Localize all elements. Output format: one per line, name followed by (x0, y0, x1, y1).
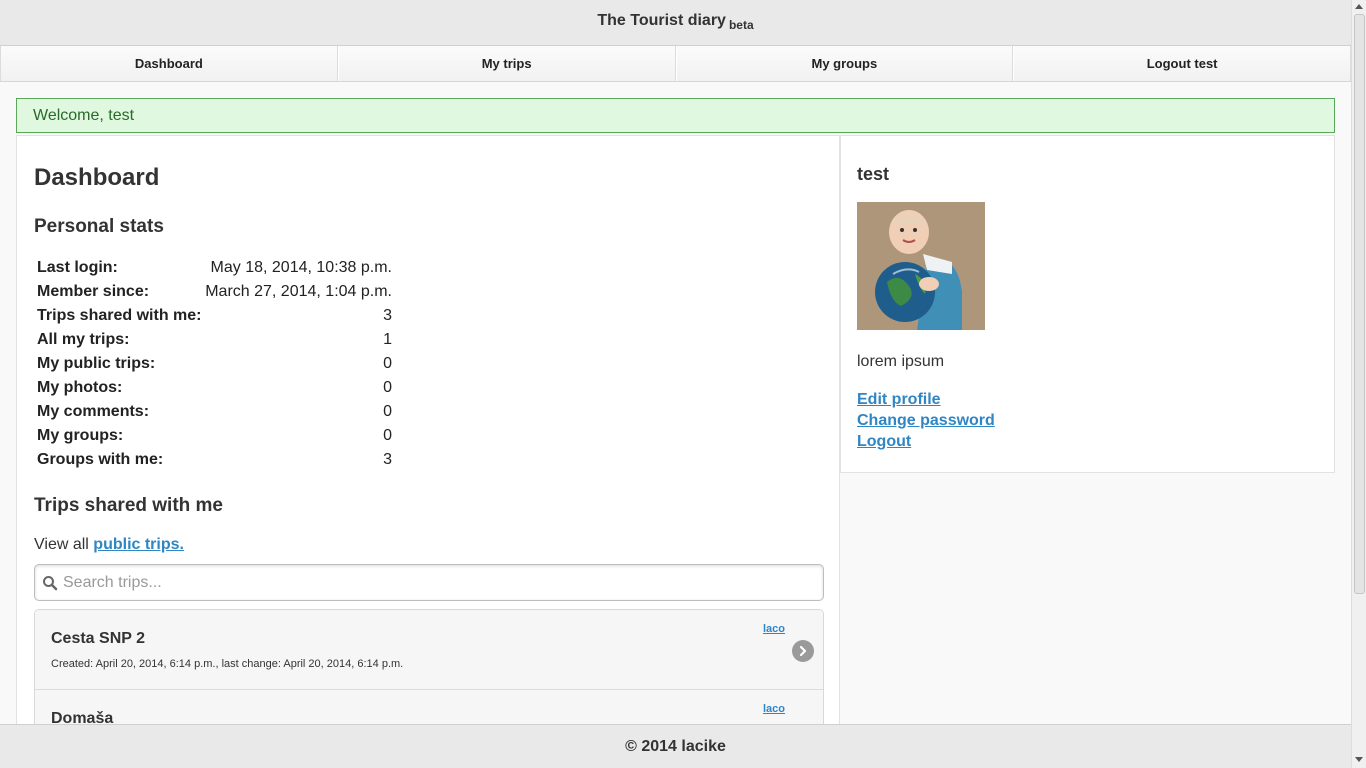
edit-profile-link[interactable]: Edit profile (857, 389, 995, 410)
stat-label: My groups: (37, 427, 124, 444)
search-input[interactable] (63, 571, 813, 595)
stat-label: My public trips: (37, 355, 156, 372)
stat-row-photos: My photos: 0 (37, 379, 392, 403)
stat-row-comments: My comments: 0 (37, 403, 392, 427)
site-header: The Tourist diary beta (0, 0, 1351, 46)
trips-heading: Trips shared with me (34, 495, 223, 516)
avatar-image (857, 202, 985, 330)
chevron-right-icon[interactable] (792, 640, 814, 662)
trip-owner-link[interactable]: laco (763, 623, 785, 635)
stat-row-public-trips: My public trips: 0 (37, 355, 392, 379)
stat-label: Trips shared with me: (37, 307, 202, 324)
main-navigation: Dashboard My trips My groups Logout test (0, 46, 1351, 82)
stat-value: 0 (383, 403, 392, 420)
stat-value: 3 (383, 307, 392, 324)
search-icon (43, 576, 58, 591)
search-box (34, 564, 824, 601)
stat-label: Member since: (37, 283, 150, 300)
view-all-prefix: View all (34, 536, 89, 553)
stat-label: My photos: (37, 379, 123, 396)
stats-table: Last login: May 18, 2014, 10:38 p.m. Memb… (37, 259, 392, 475)
profile-bio: lorem ipsum (857, 353, 945, 370)
stat-value: 1 (383, 331, 392, 348)
stat-value: May 18, 2014, 10:38 p.m. (210, 259, 392, 276)
nav-my-trips[interactable]: My trips (337, 46, 676, 81)
site-footer: © 2014 lacike (0, 724, 1351, 768)
page-scrollbar[interactable] (1351, 0, 1366, 768)
welcome-message: Welcome, test (16, 98, 1335, 133)
scroll-up-icon[interactable] (1355, 4, 1363, 9)
stat-row-last-login: Last login: May 18, 2014, 10:38 p.m. (37, 259, 392, 283)
trip-list: Cesta SNP 2 Created: April 20, 2014, 6:1… (34, 609, 824, 734)
stat-row-groups: My groups: 0 (37, 427, 392, 451)
profile-links: Edit profile Change password Logout (857, 389, 995, 452)
stat-label: Last login: (37, 259, 118, 276)
stat-value: 3 (383, 451, 392, 468)
dashboard-panel: Dashboard Personal stats Last login: May … (16, 135, 840, 735)
profile-username: test (857, 164, 890, 184)
stat-value: 0 (383, 427, 392, 444)
beta-badge: beta (728, 18, 754, 32)
stat-value: 0 (383, 355, 392, 372)
view-all-line: View all public trips. (34, 536, 184, 554)
stat-label: My comments: (37, 403, 150, 420)
site-title-text: The Tourist diary (597, 12, 726, 29)
avatar (857, 202, 985, 330)
nav-dashboard[interactable]: Dashboard (0, 46, 338, 81)
stat-row-member-since: Member since: March 27, 2014, 1:04 p.m. (37, 283, 392, 307)
site-title[interactable]: The Tourist diary beta (597, 12, 754, 32)
trip-meta: Created: April 20, 2014, 6:14 p.m., last… (51, 658, 404, 670)
stat-value: March 27, 2014, 1:04 p.m. (205, 283, 392, 300)
trip-name: Cesta SNP 2 (51, 630, 145, 647)
stat-label: Groups with me: (37, 451, 164, 468)
trip-owner-link[interactable]: laco (763, 703, 785, 715)
page-title: Dashboard (34, 164, 160, 191)
scroll-down-icon[interactable] (1355, 757, 1363, 762)
profile-panel: test lorem ipsum Edit profile Change pas… (840, 135, 1335, 473)
stat-row-trips-shared: Trips shared with me: 3 (37, 307, 392, 331)
stat-row-all-trips: All my trips: 1 (37, 331, 392, 355)
list-item[interactable]: Cesta SNP 2 Created: April 20, 2014, 6:1… (35, 610, 823, 690)
nav-logout[interactable]: Logout test (1013, 46, 1351, 81)
public-trips-link[interactable]: public trips. (93, 536, 184, 553)
change-password-link[interactable]: Change password (857, 410, 995, 431)
scroll-thumb[interactable] (1354, 14, 1365, 594)
logout-link[interactable]: Logout (857, 431, 995, 452)
stat-row-groups-with-me: Groups with me: 3 (37, 451, 392, 475)
stat-value: 0 (383, 379, 392, 396)
nav-my-groups[interactable]: My groups (675, 46, 1014, 81)
stat-label: All my trips: (37, 331, 130, 348)
stats-heading: Personal stats (34, 216, 164, 237)
